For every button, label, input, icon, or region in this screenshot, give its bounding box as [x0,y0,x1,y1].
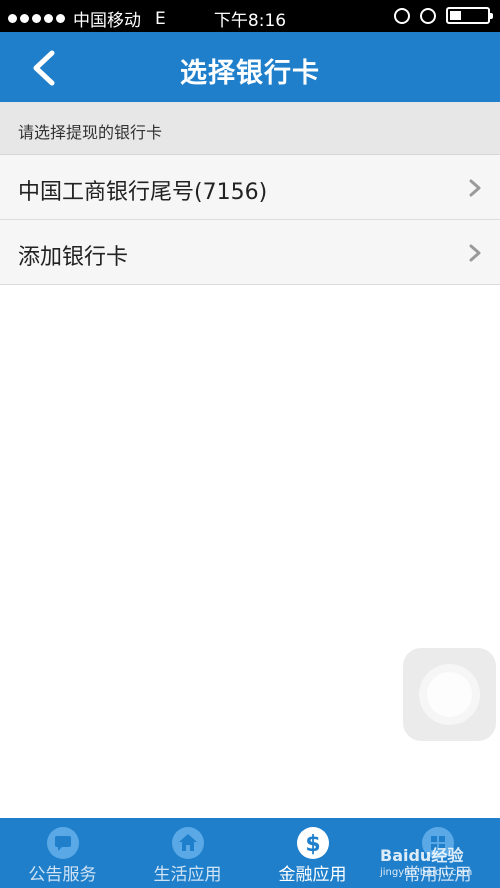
list-item-icbc-card[interactable]: 中国工商银行尾号(7156) [0,155,500,220]
tab-label: 公告服务 [28,865,97,885]
battery-icon [446,7,493,24]
battery-level [450,11,461,20]
alarm-icon [420,7,436,24]
tab-label: 常用应用 [403,865,472,885]
svg-text:$: $ [305,832,320,857]
list-item-label: 中国工商银行尾号(7156) [18,180,268,205]
nav-bar: 选择银行卡 [0,32,500,102]
chevron-right-icon [469,179,481,197]
chevron-right-icon [469,244,481,262]
bank-card-list: 中国工商银行尾号(7156) 添加银行卡 [0,155,500,285]
list-item-label: 添加银行卡 [18,245,129,270]
assistive-touch-button[interactable] [403,648,496,741]
status-bar: 中国移动 E 下午8:16 [0,0,500,32]
home-icon [171,827,204,859]
rotation-lock-icon [394,7,410,24]
status-right [394,7,493,24]
section-header-label: 请选择提现的银行卡 [18,123,163,142]
tab-bar: 公告服务 生活应用 $ 金融应用 常用应用 [0,818,500,888]
grid-icon [421,827,454,859]
chat-bubble-icon [46,827,79,859]
assistive-touch-ring-inner [427,672,472,717]
tab-announcements[interactable]: 公告服务 [0,818,125,888]
dollar-icon: $ [296,827,329,859]
tab-common-apps[interactable]: 常用应用 [375,818,500,888]
tab-finance-apps[interactable]: $ 金融应用 [250,818,375,888]
section-header: 请选择提现的银行卡 [0,102,500,155]
list-item-add-card[interactable]: 添加银行卡 [0,220,500,285]
page-title: 选择银行卡 [180,58,320,89]
tab-label: 金融应用 [278,865,347,885]
tab-label: 生活应用 [153,865,222,885]
tab-life-apps[interactable]: 生活应用 [125,818,250,888]
